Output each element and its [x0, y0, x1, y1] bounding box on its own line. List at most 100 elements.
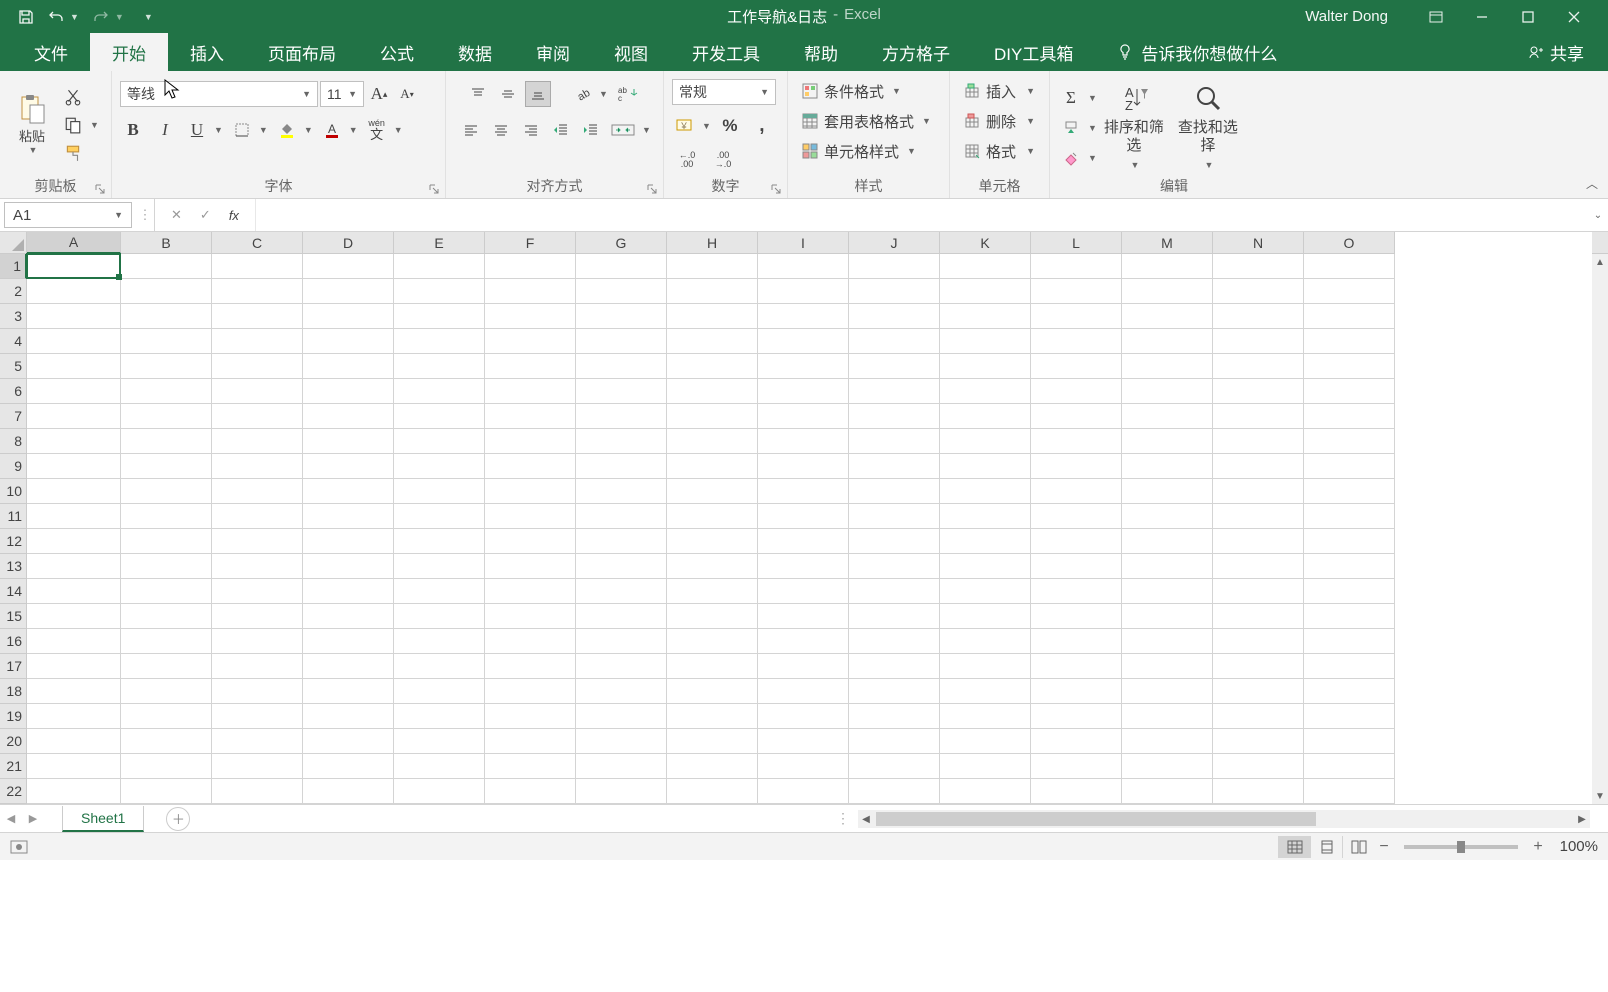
cell[interactable]: [1213, 654, 1304, 679]
cell[interactable]: [394, 579, 485, 604]
cell[interactable]: [667, 579, 758, 604]
clear-button[interactable]: [1058, 145, 1084, 171]
cell[interactable]: [485, 404, 576, 429]
cell[interactable]: [849, 579, 940, 604]
cell[interactable]: [303, 279, 394, 304]
conditional-format-button[interactable]: 条件格式▼: [796, 77, 941, 105]
merge-button[interactable]: [608, 117, 638, 143]
cell[interactable]: [940, 379, 1031, 404]
cell[interactable]: [485, 454, 576, 479]
format-painter-button[interactable]: [60, 140, 86, 166]
cell[interactable]: [940, 529, 1031, 554]
cell[interactable]: [1304, 704, 1395, 729]
cell[interactable]: [576, 729, 667, 754]
tab-scroll-right[interactable]: ▶: [22, 812, 44, 825]
sheet-tab[interactable]: Sheet1: [62, 806, 144, 832]
cell[interactable]: [940, 404, 1031, 429]
cell-styles-button[interactable]: 单元格样式▼: [796, 137, 941, 165]
cell[interactable]: [667, 679, 758, 704]
cell[interactable]: [1122, 354, 1213, 379]
tab-1[interactable]: 开始: [90, 33, 168, 71]
cell[interactable]: [1213, 329, 1304, 354]
clipboard-dialog-icon[interactable]: [95, 184, 105, 194]
cell[interactable]: [1031, 604, 1122, 629]
decrease-decimal-button[interactable]: .00→.0: [708, 147, 738, 173]
enter-formula-icon[interactable]: ✓: [200, 207, 211, 223]
cell[interactable]: [121, 629, 212, 654]
cell[interactable]: [1122, 629, 1213, 654]
percent-button[interactable]: %: [717, 113, 743, 139]
cell[interactable]: [485, 254, 576, 279]
row-header[interactable]: 9: [0, 454, 27, 479]
redo-dropdown[interactable]: ▼: [115, 12, 124, 22]
phonetic-dropdown[interactable]: ▼: [394, 125, 403, 135]
qat-customize[interactable]: ▼: [144, 12, 153, 22]
cell[interactable]: [1122, 529, 1213, 554]
cell[interactable]: [758, 454, 849, 479]
cell[interactable]: [27, 404, 121, 429]
cell[interactable]: [940, 554, 1031, 579]
cell[interactable]: [849, 654, 940, 679]
cell[interactable]: [667, 529, 758, 554]
cell[interactable]: [212, 579, 303, 604]
border-button[interactable]: [229, 117, 255, 143]
cell[interactable]: [1122, 329, 1213, 354]
cell[interactable]: [1031, 754, 1122, 779]
underline-button[interactable]: U: [184, 117, 210, 143]
col-header[interactable]: G: [576, 232, 667, 254]
cell[interactable]: [303, 679, 394, 704]
row-header[interactable]: 4: [0, 329, 27, 354]
cell[interactable]: [27, 479, 121, 504]
cell[interactable]: [212, 704, 303, 729]
tab-3[interactable]: 页面布局: [246, 33, 358, 71]
tab-8[interactable]: 开发工具: [670, 33, 782, 71]
decrease-font-button[interactable]: A▾: [394, 81, 420, 107]
undo-dropdown[interactable]: ▼: [70, 12, 79, 22]
cell[interactable]: [303, 329, 394, 354]
cell[interactable]: [1031, 679, 1122, 704]
cell[interactable]: [121, 704, 212, 729]
cell[interactable]: [1213, 729, 1304, 754]
select-all-button[interactable]: [0, 232, 27, 254]
cell[interactable]: [394, 779, 485, 804]
cell[interactable]: [485, 429, 576, 454]
record-macro-icon[interactable]: [10, 840, 28, 854]
row-header[interactable]: 5: [0, 354, 27, 379]
cell[interactable]: [849, 479, 940, 504]
cell[interactable]: [1304, 529, 1395, 554]
sort-filter-button[interactable]: AZ 排序和筛选▼: [1097, 77, 1171, 173]
cell[interactable]: [212, 429, 303, 454]
cell[interactable]: [121, 479, 212, 504]
cell[interactable]: [940, 429, 1031, 454]
cell[interactable]: [485, 379, 576, 404]
cell[interactable]: [940, 354, 1031, 379]
col-header[interactable]: K: [940, 232, 1031, 254]
cell[interactable]: [1304, 504, 1395, 529]
cell[interactable]: [121, 279, 212, 304]
cell[interactable]: [667, 354, 758, 379]
cell[interactable]: [394, 604, 485, 629]
cell[interactable]: [940, 729, 1031, 754]
cell[interactable]: [394, 529, 485, 554]
row-header[interactable]: 1: [0, 254, 27, 279]
wrap-text-button[interactable]: abc: [612, 81, 644, 107]
cell[interactable]: [1031, 554, 1122, 579]
cell[interactable]: [576, 554, 667, 579]
cell[interactable]: [485, 354, 576, 379]
cell[interactable]: [849, 379, 940, 404]
cell[interactable]: [849, 779, 940, 804]
cell[interactable]: [576, 404, 667, 429]
cell[interactable]: [667, 404, 758, 429]
col-header[interactable]: N: [1213, 232, 1304, 254]
align-top-button[interactable]: [465, 81, 491, 107]
cell[interactable]: [1122, 279, 1213, 304]
row-header[interactable]: 12: [0, 529, 27, 554]
cell[interactable]: [121, 604, 212, 629]
cell[interactable]: [121, 354, 212, 379]
cell[interactable]: [1122, 679, 1213, 704]
cell[interactable]: [940, 754, 1031, 779]
cell[interactable]: [394, 729, 485, 754]
cell[interactable]: [1122, 729, 1213, 754]
row-header[interactable]: 18: [0, 679, 27, 704]
cell[interactable]: [27, 354, 121, 379]
